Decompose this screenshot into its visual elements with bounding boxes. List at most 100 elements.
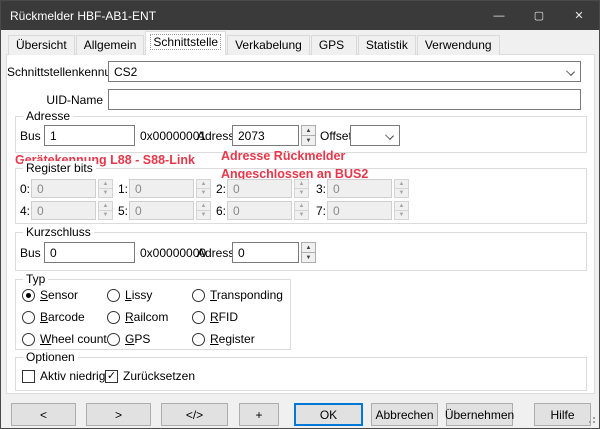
code-button[interactable]: </> [161,403,228,426]
tab-allgemein[interactable]: Allgemein [76,35,145,55]
spinner-down-button: ▼ [294,189,309,198]
checkbox-zuruecksetzen[interactable]: ✓ Zurücksetzen [105,369,195,383]
radio-railcom[interactable]: Railcom [107,310,168,324]
register-label: 1: [118,182,128,196]
arrow-down-icon: ▼ [299,190,305,196]
tab-verwendung[interactable]: Verwendung [417,35,500,55]
tab-label: Übersicht [16,38,67,52]
register-label: 5: [118,204,128,218]
radio-icon [107,311,120,324]
arrow-up-icon: ▲ [399,203,405,209]
radio-rfid[interactable]: RFID [192,310,238,324]
bus-input[interactable]: 1 [44,125,135,146]
register-spinner-0: ▲▼ [98,179,113,198]
register-value: 0 [233,204,240,218]
checkbox-aktiv-niedrig[interactable]: Aktiv niedrig [22,369,105,383]
register-spinner-1: ▲▼ [196,179,211,198]
register-bits-legend: Register bits [23,161,96,175]
radio-register[interactable]: Register [192,332,255,346]
register-spinner-3: ▲▼ [394,179,409,198]
kurzschluss-bus-input[interactable]: 0 [44,242,135,263]
tab-label: GPS [319,38,344,52]
register-value: 0 [135,204,142,218]
interface-id-label: Schnittstellenkennung [7,65,103,79]
register-input-1: 0 [129,179,194,198]
radio-icon [22,289,35,302]
optionen-legend: Optionen [23,350,78,364]
register-label: 4: [20,204,30,218]
resize-grip[interactable] [593,421,595,423]
button-label: </> [186,408,203,422]
arrow-down-icon: ▼ [103,190,109,196]
arrow-up-icon: ▲ [299,181,305,187]
spinner-up-button[interactable]: ▲ [301,125,316,136]
spinner-up-button[interactable]: ▲ [301,242,316,253]
button-label: Übernehmen [445,408,514,422]
radio-icon [192,311,205,324]
uid-name-input[interactable] [108,89,581,110]
next-button[interactable]: > [86,403,151,426]
close-button[interactable]: ✕ [559,1,599,30]
register-label: 2: [216,182,226,196]
ok-button[interactable]: OK [294,403,363,426]
offset-combobox[interactable] [350,125,400,146]
spinner-down-button[interactable]: ▼ [301,136,316,146]
dialog-window: Rückmelder HBF-AB1-ENT — ▢ ✕ Übersicht A… [0,0,600,429]
register-label: 3: [316,182,326,196]
arrow-up-icon: ▲ [201,181,207,187]
radio-icon [22,311,35,324]
kurzschluss-adresse-input[interactable]: 0 [232,242,299,263]
help-button[interactable]: Hilfe [534,403,591,426]
tab-label: Allgemein [84,38,137,52]
register-label: 7: [316,204,326,218]
button-label: Hilfe [550,408,574,422]
spinner-down-button: ▼ [394,189,409,198]
register-bits-group: Register bits 0: 0 ▲▼ 1: 0 ▲▼ 2: 0 ▲▼ 3:… [15,168,587,224]
register-value: 0 [135,182,142,196]
interface-id-combobox[interactable]: CS2 [108,61,581,82]
caption-buttons: — ▢ ✕ [479,1,599,30]
tab-verkabelung[interactable]: Verkabelung [227,35,310,55]
radio-wheel-counter[interactable]: Wheel counter [22,332,117,346]
tab-uebersicht[interactable]: Übersicht [8,35,75,55]
apply-button[interactable]: Übernehmen [446,403,513,426]
spinner-up-button: ▲ [394,201,409,211]
radio-transponding[interactable]: Transponding [192,288,283,302]
add-button[interactable]: + [239,403,279,426]
arrow-down-icon: ▼ [201,212,207,218]
radio-gps[interactable]: GPS [107,332,150,346]
minimize-button[interactable]: — [479,1,519,30]
radio-icon [107,289,120,302]
maximize-button[interactable]: ▢ [519,1,559,30]
adresse-input[interactable]: 2073 [232,125,299,146]
cancel-button[interactable]: Abbrechen [371,403,438,426]
register-value: 0 [233,182,240,196]
arrow-down-icon: ▼ [299,212,305,218]
annotation-line1: Adresse Rückmelder [221,147,368,165]
window-title: Rückmelder HBF-AB1-ENT [1,9,156,23]
arrow-down-icon: ▼ [103,212,109,218]
chevron-down-icon [566,67,575,76]
radio-sensor[interactable]: Sensor [22,288,78,302]
arrow-down-icon: ▼ [399,212,405,218]
kurzschluss-adresse-spinner: ▲ ▼ [301,242,316,263]
button-label: + [255,408,262,422]
radio-barcode[interactable]: Barcode [22,310,85,324]
spinner-down-button[interactable]: ▼ [301,253,316,263]
arrow-up-icon: ▲ [103,203,109,209]
spinner-down-button: ▼ [196,189,211,198]
register-value: 0 [37,204,44,218]
tab-schnittstelle[interactable]: Schnittstelle [145,31,226,55]
prev-button[interactable]: < [11,403,76,426]
spinner-down-button: ▼ [394,211,409,220]
kurzschluss-adresse-value: 0 [238,246,245,260]
tab-gps[interactable]: GPS [311,35,357,55]
tab-statistik[interactable]: Statistik [358,35,416,55]
uid-name-label: UID-Name [7,93,103,107]
tab-label: Statistik [366,38,408,52]
radio-lissy[interactable]: Lissy [107,288,152,302]
button-label: > [115,408,122,422]
spinner-up-button: ▲ [196,201,211,211]
kurzschluss-group: Kurzschluss Bus 0 0x00000000 Adresse 0 ▲… [15,232,587,271]
register-label: 0: [20,182,30,196]
